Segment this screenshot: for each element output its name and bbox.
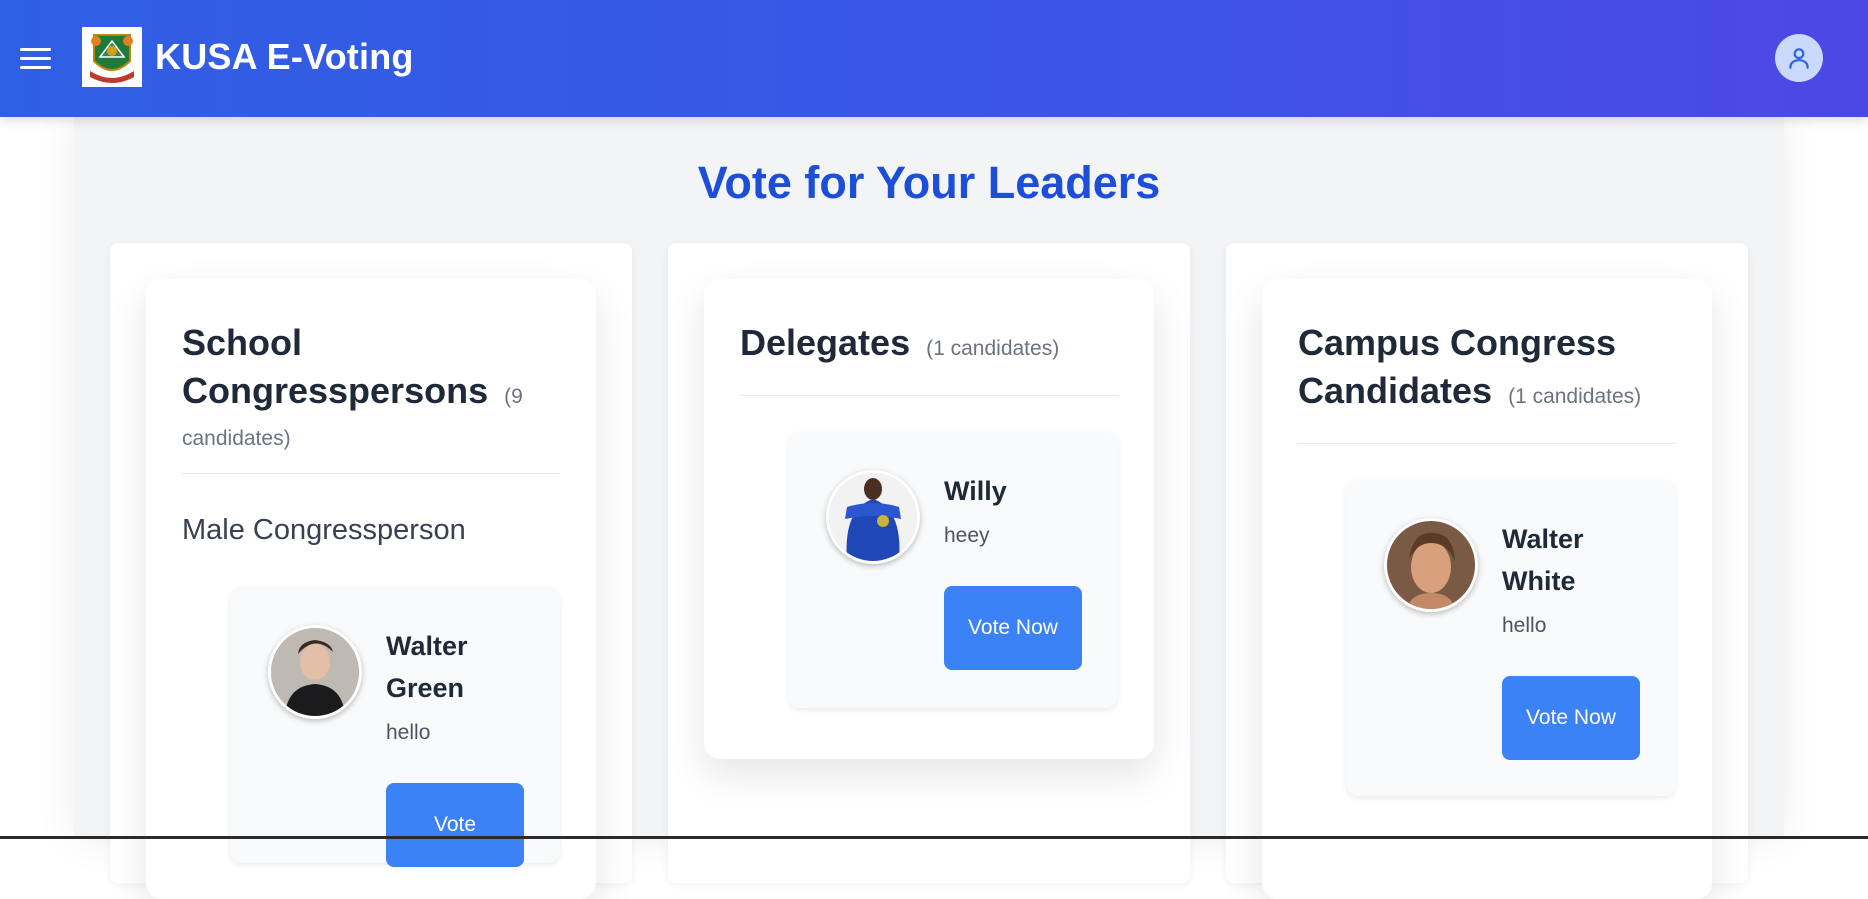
position-column-campus-congress: Campus Congress Candidates (1 candidates… xyxy=(1226,243,1748,899)
position-title-line1: School xyxy=(182,322,303,363)
position-card: Campus Congress Candidates (1 candidates… xyxy=(1262,279,1712,899)
app-title: KUSA E-Voting xyxy=(155,36,414,77)
position-title-text: Delegates xyxy=(740,322,911,363)
candidate-count: (9 xyxy=(504,385,523,408)
divider xyxy=(1298,443,1676,444)
vote-now-button[interactable]: Vote Now xyxy=(1502,676,1640,760)
hamburger-menu-icon[interactable] xyxy=(20,40,60,76)
candidate-description: heey xyxy=(944,524,990,547)
position-column-school-congresspersons: School Congresspersons (9 candidates) Ma… xyxy=(110,243,632,899)
divider xyxy=(740,395,1118,396)
candidate-name: Walter Green xyxy=(386,625,468,709)
position-column-delegates: Delegates (1 candidates) Willy heey Vote… xyxy=(668,243,1190,883)
candidate-name-line2: White xyxy=(1502,566,1576,596)
subcategory-title: Male Congressperson xyxy=(182,514,466,546)
position-title-line2: Congresspersons xyxy=(182,370,489,411)
position-title: Campus Congress Candidates (1 candidates… xyxy=(1298,319,1676,421)
kusa-logo xyxy=(82,27,142,87)
divider xyxy=(182,473,560,474)
user-icon[interactable] xyxy=(1775,34,1823,82)
vote-now-button[interactable]: Vote Now xyxy=(944,586,1082,670)
position-title: School Congresspersons (9 xyxy=(182,319,560,421)
candidate-avatar xyxy=(268,625,362,719)
vote-now-button[interactable]: Vote xyxy=(386,783,524,867)
candidate-name-line2: Green xyxy=(386,673,465,703)
candidate-count-continued: candidates) xyxy=(182,427,291,450)
position-title-line2: Candidates xyxy=(1298,370,1493,411)
candidate-description: hello xyxy=(386,721,431,744)
candidate-card: Walter White hello Vote Now xyxy=(1346,480,1676,796)
position-card: Delegates (1 candidates) Willy heey Vote… xyxy=(704,279,1154,759)
candidate-description: hello xyxy=(1502,614,1547,637)
position-title: Delegates (1 candidates) xyxy=(740,319,1118,373)
position-card: School Congresspersons (9 candidates) Ma… xyxy=(146,279,596,899)
candidate-name-line1: Walter xyxy=(1502,524,1584,554)
candidate-avatar xyxy=(826,470,920,564)
main-content: Vote for Your Leaders School Congressper… xyxy=(74,117,1784,899)
candidate-name-line1: Walter xyxy=(386,631,468,661)
candidate-count: (1 candidates) xyxy=(1508,385,1642,408)
candidate-avatar xyxy=(1384,518,1478,612)
candidate-name: Willy xyxy=(944,476,1007,506)
page-title: Vote for Your Leaders xyxy=(697,157,1161,208)
candidate-name: Walter White xyxy=(1502,518,1584,602)
candidate-card: Walter Green hello Vote xyxy=(230,587,560,867)
candidate-card: Willy heey Vote Now xyxy=(788,432,1118,708)
top-navbar: KUSA E-Voting xyxy=(0,0,1868,117)
position-title-line1: Campus Congress xyxy=(1298,322,1617,363)
candidate-count: (1 candidates) xyxy=(926,337,1060,360)
